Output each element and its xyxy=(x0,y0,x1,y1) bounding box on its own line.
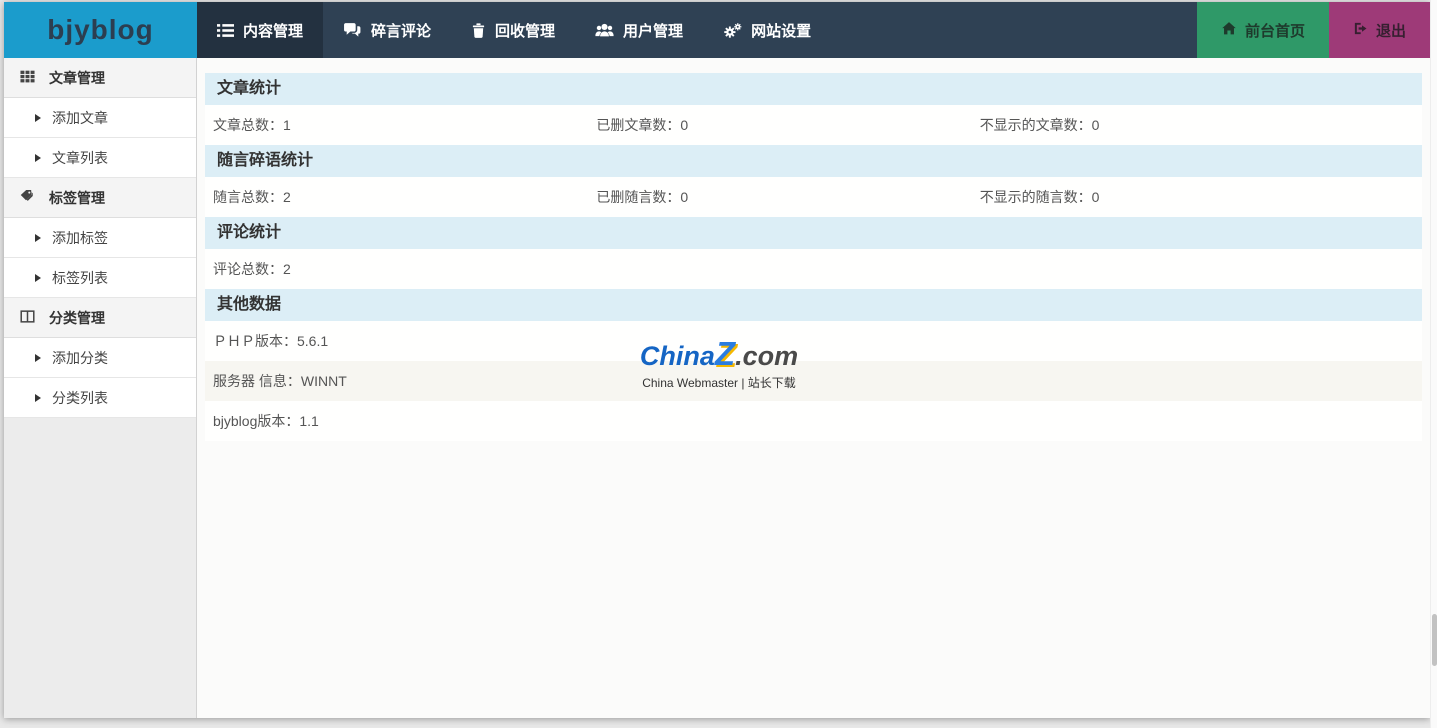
section-mood-stats: 随言碎语统计 随言总数：2 已删随言数：0 不显示的随言数：0 xyxy=(205,145,1422,217)
main-nav: 内容管理 碎言评论 回收管理 用户管理 xyxy=(197,2,1197,58)
nav-item-label: 回收管理 xyxy=(495,20,555,41)
sidebar-item-label: 分类列表 xyxy=(52,388,108,408)
sidebar-item-label: 文章列表 xyxy=(52,148,108,168)
sidebar-group-tag-management[interactable]: 标签管理 xyxy=(4,178,196,218)
section-title: 评论统计 xyxy=(205,217,1422,249)
sidebar: 文章管理 添加文章 文章列表 标签管理 添加标签 xyxy=(4,58,197,718)
stat-row: bjyblog版本：1.1 xyxy=(205,401,1422,441)
caret-right-icon xyxy=(35,354,41,362)
stat-article-hidden: 不显示的文章数：0 xyxy=(972,105,1422,145)
topbar-actions: 前台首页 退出 xyxy=(1197,2,1430,58)
app-body: 文章管理 添加文章 文章列表 标签管理 添加标签 xyxy=(4,58,1430,718)
caret-right-icon xyxy=(35,154,41,162)
gears-icon xyxy=(723,22,742,39)
sidebar-item-article-list[interactable]: 文章列表 xyxy=(4,138,196,178)
stat-article-deleted: 已删文章数：0 xyxy=(588,105,971,145)
frontend-home-label: 前台首页 xyxy=(1245,20,1305,41)
sidebar-item-add-tag[interactable]: 添加标签 xyxy=(4,218,196,258)
sidebar-item-label: 添加标签 xyxy=(52,228,108,248)
nav-item-label: 用户管理 xyxy=(623,20,683,41)
section-comment-stats: 评论统计 评论总数：2 xyxy=(205,217,1422,289)
sidebar-item-label: 标签列表 xyxy=(52,268,108,288)
users-icon xyxy=(595,22,614,39)
nav-item-label: 碎言评论 xyxy=(371,20,431,41)
sidebar-item-tag-list[interactable]: 标签列表 xyxy=(4,258,196,298)
comments-icon xyxy=(343,22,362,39)
stat-article-total: 文章总数：1 xyxy=(205,105,588,145)
sidebar-group-label: 文章管理 xyxy=(49,68,105,88)
logout-button[interactable]: 退出 xyxy=(1329,2,1430,58)
sidebar-item-add-article[interactable]: 添加文章 xyxy=(4,98,196,138)
trash-icon xyxy=(471,22,486,39)
sidebar-group-article-management[interactable]: 文章管理 xyxy=(4,58,196,98)
caret-right-icon xyxy=(35,114,41,122)
caret-right-icon xyxy=(35,394,41,402)
vertical-scrollbar[interactable] xyxy=(1430,0,1437,728)
app-window: bjyblog 内容管理 碎言评论 回收管理 xyxy=(4,2,1430,718)
nav-item-site-settings[interactable]: 网站设置 xyxy=(703,2,831,58)
sidebar-group-category-management[interactable]: 分类管理 xyxy=(4,298,196,338)
app-logo[interactable]: bjyblog xyxy=(4,2,197,58)
sidebar-item-add-category[interactable]: 添加分类 xyxy=(4,338,196,378)
frontend-home-button[interactable]: 前台首页 xyxy=(1197,2,1329,58)
section-title: 文章统计 xyxy=(205,73,1422,105)
nav-item-recycle[interactable]: 回收管理 xyxy=(451,2,575,58)
stat-bjyblog-version: bjyblog版本：1.1 xyxy=(205,401,1422,441)
sidebar-group-label: 分类管理 xyxy=(49,308,105,328)
nav-item-label: 网站设置 xyxy=(751,20,811,41)
grid-icon xyxy=(20,69,35,87)
sign-out-icon xyxy=(1353,21,1368,40)
columns-icon xyxy=(20,309,35,327)
main-content: 文章统计 文章总数：1 已删文章数：0 不显示的文章数：0 随言碎语统计 随言总… xyxy=(197,58,1430,718)
stat-row: 文章总数：1 已删文章数：0 不显示的文章数：0 xyxy=(205,105,1422,145)
nav-item-label: 内容管理 xyxy=(243,20,303,41)
section-title: 随言碎语统计 xyxy=(205,145,1422,177)
stat-row: 随言总数：2 已删随言数：0 不显示的随言数：0 xyxy=(205,177,1422,217)
section-title: 其他数据 xyxy=(205,289,1422,321)
nav-item-comments[interactable]: 碎言评论 xyxy=(323,2,451,58)
nav-item-users[interactable]: 用户管理 xyxy=(575,2,703,58)
stat-mood-total: 随言总数：2 xyxy=(205,177,588,217)
stat-row: 服务器 信息：WINNT xyxy=(205,361,1422,401)
logout-label: 退出 xyxy=(1376,20,1406,41)
stat-comment-total: 评论总数：2 xyxy=(205,249,1422,289)
stat-row: 评论总数：2 xyxy=(205,249,1422,289)
sidebar-item-category-list[interactable]: 分类列表 xyxy=(4,378,196,418)
sidebar-group-label: 标签管理 xyxy=(49,188,105,208)
scrollbar-thumb[interactable] xyxy=(1432,614,1437,666)
section-other-data: 其他数据 ＰＨＰ版本：5.6.1 服务器 信息：WINNT bjyblog版本：… xyxy=(205,289,1422,441)
tags-icon xyxy=(20,189,35,207)
caret-right-icon xyxy=(35,234,41,242)
stat-row: ＰＨＰ版本：5.6.1 xyxy=(205,321,1422,361)
home-icon xyxy=(1221,21,1237,40)
topbar: bjyblog 内容管理 碎言评论 回收管理 xyxy=(4,2,1430,58)
list-icon xyxy=(217,22,234,39)
stat-server-info: 服务器 信息：WINNT xyxy=(205,361,1422,401)
sidebar-item-label: 添加文章 xyxy=(52,108,108,128)
stat-mood-hidden: 不显示的随言数：0 xyxy=(972,177,1422,217)
sidebar-item-label: 添加分类 xyxy=(52,348,108,368)
stat-mood-deleted: 已删随言数：0 xyxy=(588,177,971,217)
stat-php-version: ＰＨＰ版本：5.6.1 xyxy=(205,321,1422,361)
nav-item-content-management[interactable]: 内容管理 xyxy=(197,2,323,58)
section-article-stats: 文章统计 文章总数：1 已删文章数：0 不显示的文章数：0 xyxy=(205,73,1422,145)
caret-right-icon xyxy=(35,274,41,282)
